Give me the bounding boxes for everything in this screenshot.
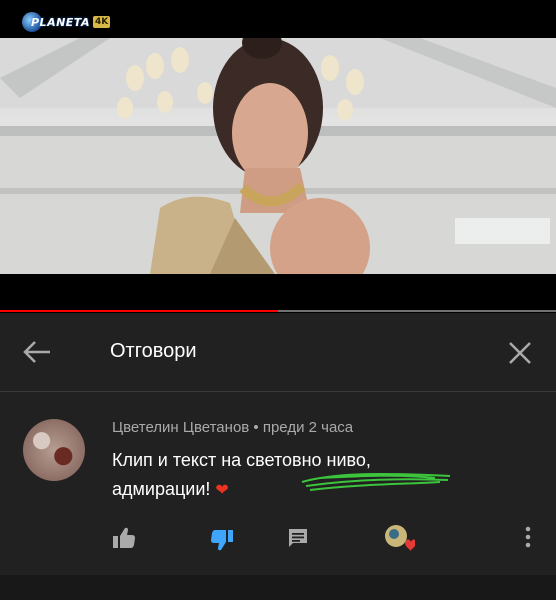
back-arrow-icon[interactable] [22,339,52,365]
page-title: Отговори [110,340,197,362]
progress-fill [0,310,278,312]
creator-heart-icon[interactable] [383,523,417,553]
green-scribble [301,473,451,491]
thumb-down-icon[interactable] [210,529,234,551]
replies-panel: Отговори Цветелин Цветанов • преди 2 час… [0,313,556,600]
comment-author[interactable]: Цветелин Цветанов [112,419,249,436]
avatar[interactable] [23,419,85,481]
comment-text-line2: адмирации! [112,479,211,499]
progress-bar[interactable] [0,310,556,312]
bottom-strip [0,575,556,600]
replies-header: Отговори [0,313,556,392]
thumb-up-icon[interactable] [112,527,136,549]
comment-item: Цветелин Цветанов • преди 2 часа Клип и … [0,392,556,575]
comment-meta: Цветелин Цветанов • преди 2 часа [112,419,353,436]
video-frame-image [0,38,556,274]
video-player[interactable]: PLANETA 4K [0,0,556,312]
close-icon[interactable] [508,341,532,365]
channel-logo: PLANETA 4K [22,12,111,32]
video-frame [0,38,556,274]
logo-4k-badge: 4K [92,16,111,28]
logo-text: PLANETA [31,15,90,29]
comment-actions [0,519,556,559]
more-options-icon[interactable] [524,525,532,549]
heart-emoji: ❤ [215,482,229,499]
comment-time: • преди 2 часа [253,419,354,436]
reply-icon[interactable] [287,527,309,549]
